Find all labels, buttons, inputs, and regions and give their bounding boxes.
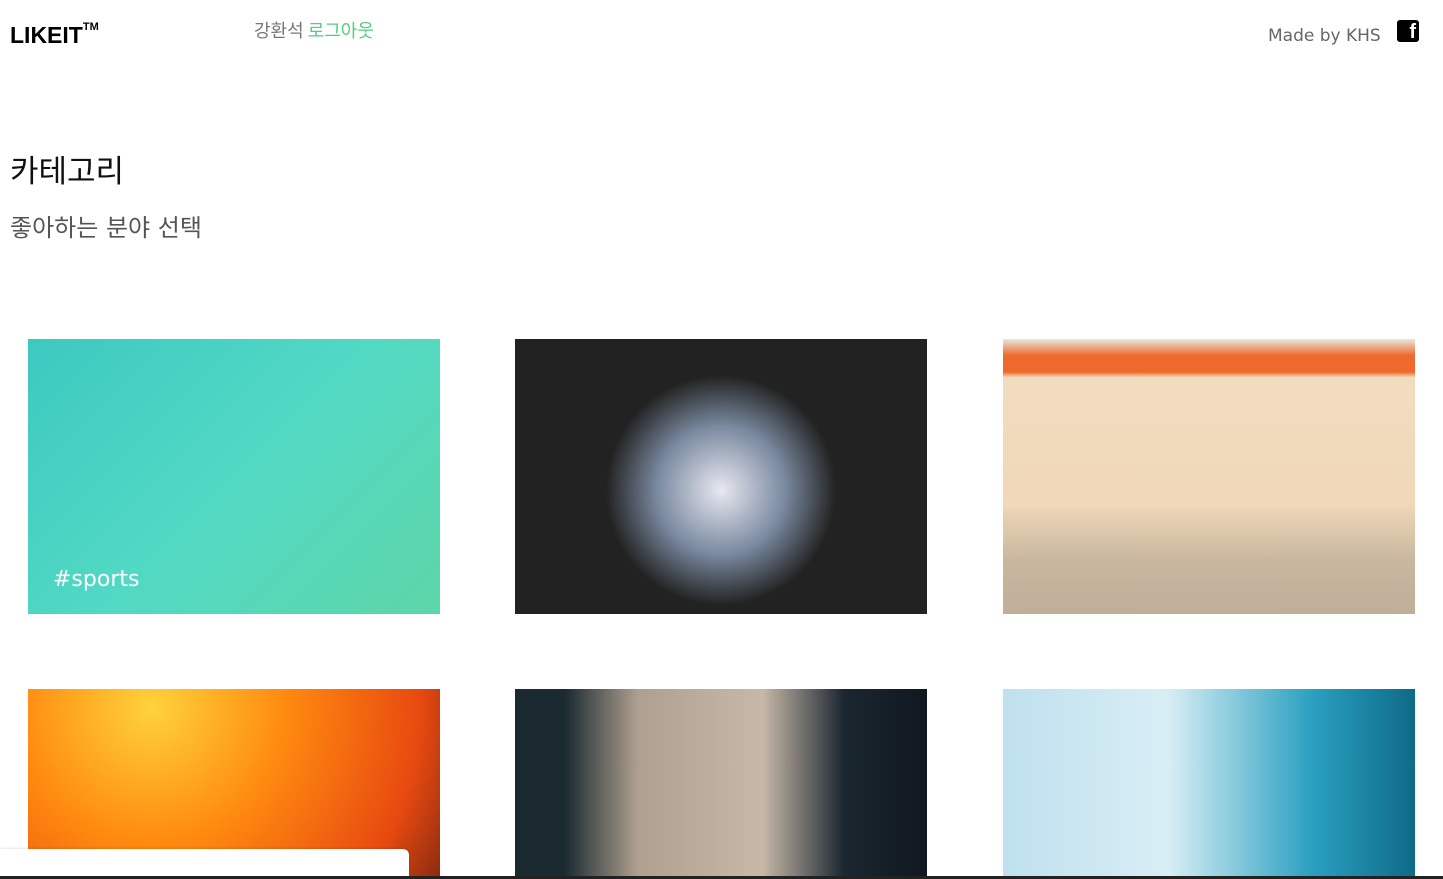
logout-link[interactable]: 로그아웃: [308, 21, 374, 42]
logo[interactable]: LIKEITTM: [10, 21, 99, 49]
bottom-panel: [0, 849, 409, 876]
category-card-games[interactable]: [515, 339, 927, 614]
category-card-sports[interactable]: #sports: [28, 339, 440, 614]
trademark: TM: [82, 21, 99, 34]
facebook-icon[interactable]: f: [1397, 20, 1419, 43]
card-tag: #sports: [53, 567, 140, 592]
user-area: 강환석 로그아웃: [254, 17, 374, 43]
category-card-car[interactable]: [1003, 689, 1415, 879]
category-card-love[interactable]: [515, 689, 927, 879]
page-subtitle: 좋아하는 분야 선택: [10, 214, 202, 242]
logo-text: LIKEIT: [10, 22, 83, 48]
page-title: 카테고리: [10, 154, 125, 190]
username: 강환석: [254, 21, 304, 42]
category-card-fashion[interactable]: [1003, 339, 1415, 614]
credit-text: Made by KHS: [1268, 26, 1381, 46]
